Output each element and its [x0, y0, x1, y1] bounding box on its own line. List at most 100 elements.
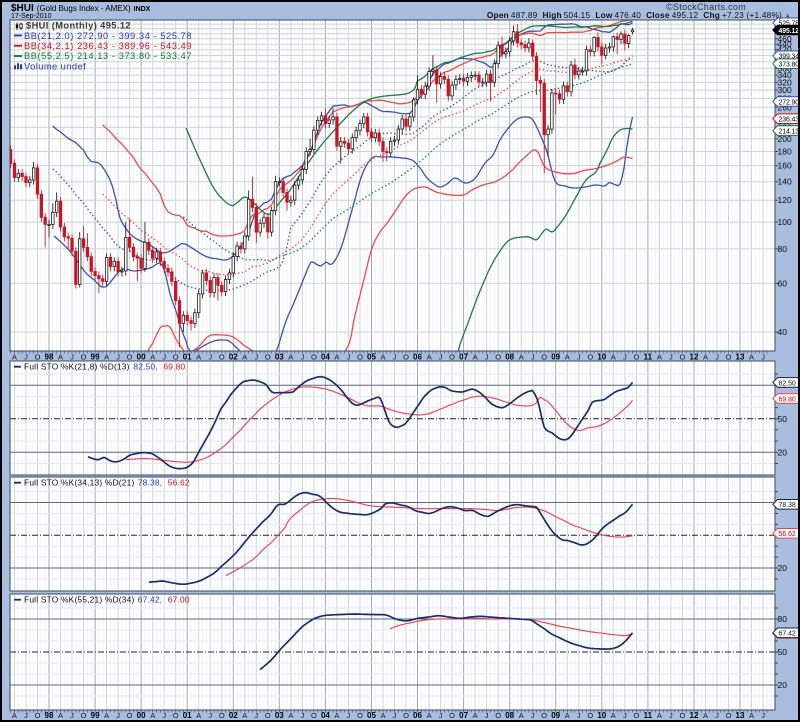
svg-text:Volume undef: Volume undef — [24, 60, 86, 71]
svg-text:10: 10 — [597, 353, 606, 362]
svg-text:05: 05 — [367, 353, 376, 362]
svg-text:60: 60 — [778, 278, 788, 288]
svg-text:Full STO %K(21,8) %D(13): Full STO %K(21,8) %D(13) — [24, 362, 130, 372]
svg-text:O: O — [587, 353, 593, 362]
svg-text:O: O — [541, 353, 547, 362]
svg-text:O: O — [35, 353, 41, 362]
svg-text:A: A — [242, 353, 247, 362]
svg-text:69.80: 69.80 — [163, 362, 185, 372]
svg-text:J: J — [116, 353, 120, 362]
svg-text:236.43: 236.43 — [779, 117, 800, 124]
svg-text:J: J — [531, 353, 535, 362]
svg-text:08: 08 — [505, 353, 514, 362]
svg-text:160: 160 — [778, 161, 792, 171]
svg-text:67.00: 67.00 — [168, 595, 190, 605]
svg-text:A: A — [12, 353, 17, 362]
svg-text:BB(21,2.0) 272.90 - 399.34 - 5: BB(21,2.0) 272.90 - 399.34 - 525.78 — [24, 31, 192, 41]
svg-text:O: O — [311, 353, 317, 362]
svg-text:J: J — [761, 353, 765, 362]
svg-text:A: A — [749, 353, 754, 362]
svg-text:A: A — [565, 353, 570, 362]
svg-text:82.50,: 82.50, — [133, 362, 158, 372]
svg-text:O: O — [173, 353, 179, 362]
svg-text:J: J — [439, 353, 443, 362]
svg-text:O: O — [679, 353, 685, 362]
svg-text:04: 04 — [321, 353, 330, 362]
svg-text:J: J — [623, 353, 627, 362]
svg-text:56.62: 56.62 — [168, 478, 190, 488]
svg-text:A: A — [473, 353, 478, 362]
svg-text:J: J — [393, 353, 397, 362]
svg-text:20: 20 — [778, 447, 788, 457]
svg-text:17-Sep-2010: 17-Sep-2010 — [11, 13, 52, 20]
svg-text:A: A — [334, 353, 339, 362]
svg-text:J: J — [669, 353, 673, 362]
svg-text:O: O — [726, 353, 732, 362]
svg-text:56.62: 56.62 — [779, 531, 796, 538]
svg-text:120: 120 — [778, 195, 792, 205]
svg-text:Full STO %K(34,13) %D(21): Full STO %K(34,13) %D(21) — [24, 478, 135, 488]
svg-text:A: A — [288, 353, 293, 362]
svg-text:$HUI (Monthly) 495.12: $HUI (Monthly) 495.12 — [26, 21, 131, 31]
svg-text:O: O — [633, 353, 639, 362]
svg-text:J: J — [715, 353, 719, 362]
svg-text:A: A — [58, 353, 63, 362]
svg-text:J: J — [24, 353, 28, 362]
svg-text:A: A — [657, 353, 662, 362]
svg-text:00: 00 — [137, 353, 146, 362]
svg-text:07: 07 — [459, 353, 468, 362]
svg-text:O: O — [81, 353, 87, 362]
svg-text:J: J — [577, 353, 581, 362]
svg-text:Full STO %K(55,21) %D(34): Full STO %K(55,21) %D(34) — [24, 595, 135, 605]
svg-text:09: 09 — [551, 353, 560, 362]
svg-text:495.12: 495.12 — [779, 28, 800, 35]
svg-text:98: 98 — [45, 353, 54, 362]
svg-text:40: 40 — [778, 327, 788, 337]
svg-text:A: A — [427, 353, 432, 362]
svg-text:67.42,: 67.42, — [138, 595, 163, 605]
svg-text:67.42: 67.42 — [779, 631, 796, 638]
svg-text:J: J — [485, 353, 489, 362]
svg-text:J: J — [208, 353, 212, 362]
svg-text:J: J — [301, 353, 305, 362]
svg-text:BB(34,2.1) 236.43 - 389.96 - 5: BB(34,2.1) 236.43 - 389.96 - 543.49 — [24, 41, 192, 51]
svg-text:03: 03 — [275, 353, 284, 362]
svg-text:50: 50 — [778, 647, 788, 657]
svg-text:214.13: 214.13 — [779, 129, 800, 136]
svg-text:373.80: 373.80 — [779, 62, 800, 69]
svg-text:20: 20 — [778, 563, 788, 573]
svg-text:50: 50 — [778, 414, 788, 424]
svg-text:20: 20 — [778, 680, 788, 690]
svg-text:A: A — [703, 353, 708, 362]
svg-text:69.80: 69.80 — [779, 397, 796, 404]
svg-text:O: O — [449, 353, 455, 362]
svg-text:A: A — [104, 353, 109, 362]
svg-text:J: J — [347, 353, 351, 362]
svg-text:A: A — [150, 353, 155, 362]
svg-text:99: 99 — [91, 353, 100, 362]
svg-text:100: 100 — [778, 217, 792, 227]
svg-text:12: 12 — [690, 353, 699, 362]
svg-text:A: A — [380, 353, 385, 362]
svg-text:J: J — [70, 353, 74, 362]
svg-text:A: A — [611, 353, 616, 362]
svg-text:O: O — [357, 353, 363, 362]
svg-text:272.90: 272.90 — [779, 99, 800, 106]
svg-text:A: A — [196, 353, 201, 362]
svg-text:80: 80 — [778, 244, 788, 254]
svg-text:A: A — [519, 353, 524, 362]
svg-text:02: 02 — [229, 353, 238, 362]
svg-text:78.38: 78.38 — [779, 502, 796, 509]
svg-text:06: 06 — [413, 353, 422, 362]
svg-text:82.50: 82.50 — [779, 380, 796, 387]
svg-text:J: J — [254, 353, 258, 362]
svg-text:O: O — [219, 353, 225, 362]
svg-text:J: J — [162, 353, 166, 362]
svg-text:O: O — [265, 353, 271, 362]
svg-text:78.38,: 78.38, — [138, 478, 163, 488]
svg-text:O: O — [403, 353, 409, 362]
svg-text:80: 80 — [778, 614, 788, 624]
svg-text:Open487.89High504.15Low476.40C: Open487.89High504.15Low476.40Close495.12… — [487, 10, 782, 20]
svg-text:01: 01 — [183, 353, 192, 362]
svg-text:O: O — [495, 353, 501, 362]
